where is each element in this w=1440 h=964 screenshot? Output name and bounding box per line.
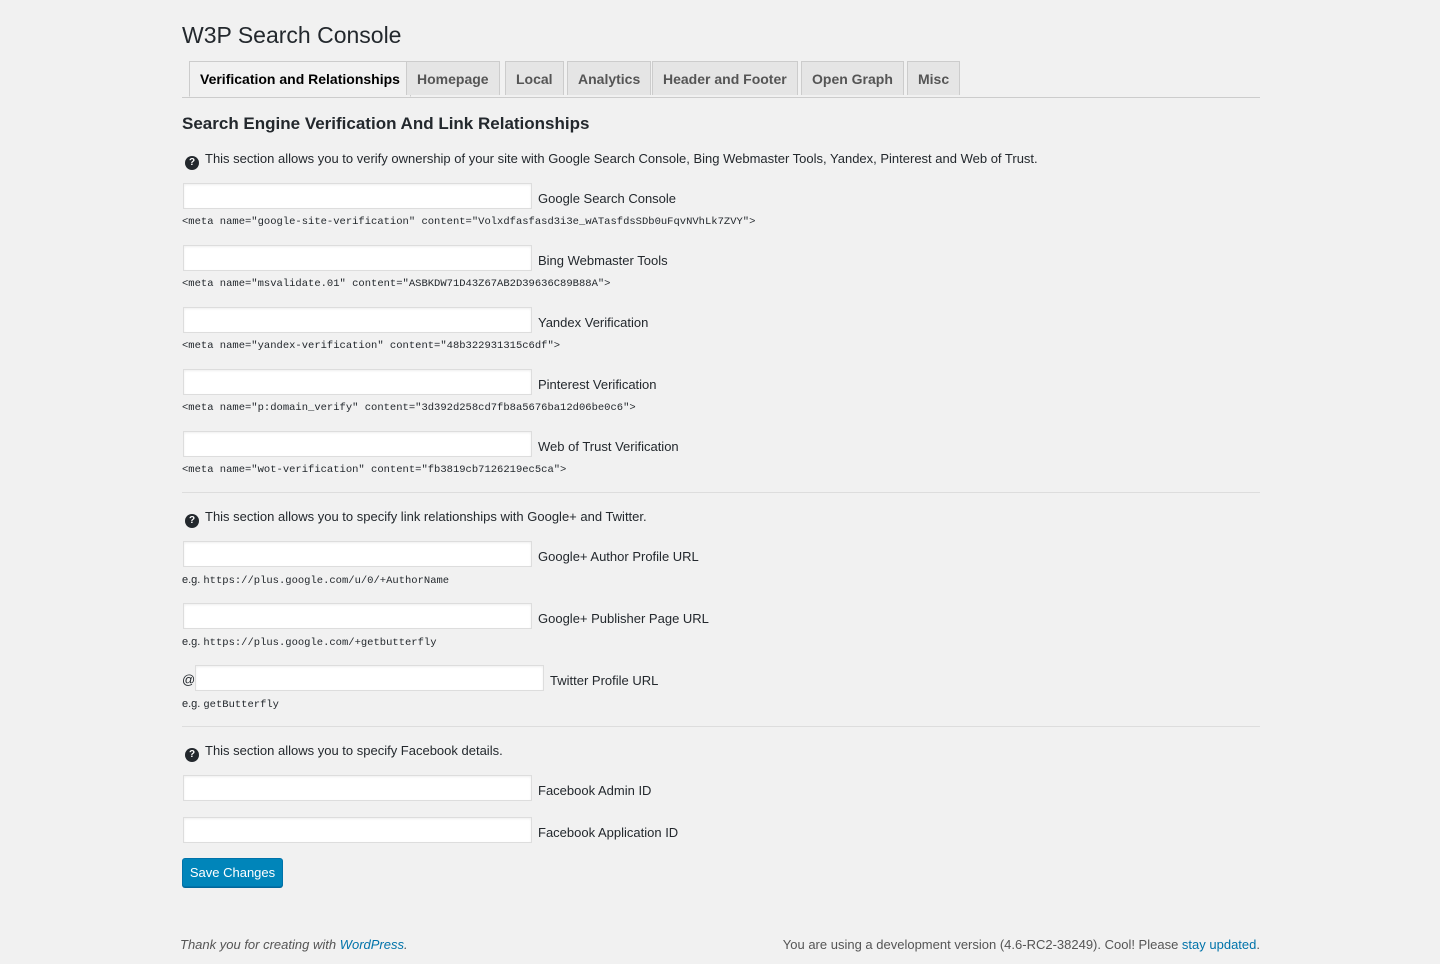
- verification-info: ? This section allows you to verify owner…: [185, 150, 1038, 170]
- facebook-application-id-input[interactable]: [183, 817, 532, 843]
- example-prefix: e.g.: [182, 698, 201, 710]
- section-title: Search Engine Verification And Link Rela…: [182, 114, 590, 133]
- example-value: getButterfly: [203, 699, 279, 711]
- facebook-info: ? This section allows you to specify Face…: [185, 742, 503, 762]
- tab-header-and-footer[interactable]: Header and Footer: [652, 61, 798, 95]
- pinterest-meta-hint: <meta name="p:domain_verify" content="3d…: [182, 402, 636, 414]
- footer-thankyou: Thank you for creating with WordPress.: [180, 937, 408, 952]
- twitter-profile-url-input[interactable]: [195, 665, 544, 691]
- nav-tabs: Verification and Relationships Homepage …: [182, 61, 1260, 98]
- web-of-trust-verification-label: Web of Trust Verification: [538, 439, 679, 454]
- google-search-console-label: Google Search Console: [538, 191, 677, 206]
- example-prefix: e.g.: [182, 574, 201, 586]
- verification-info-text: This section allows you to verify owners…: [205, 151, 1038, 166]
- google-search-console-input[interactable]: [183, 183, 532, 209]
- yandex-verification-label: Yandex Verification: [538, 315, 649, 330]
- footer-version-text: You are using a development version (4.6…: [782, 937, 1182, 952]
- example-value: https://plus.google.com/u/0/+AuthorName: [203, 575, 450, 587]
- wot-meta-hint: <meta name="wot-verification" content="f…: [182, 464, 567, 476]
- google-meta-hint: <meta name="google-site-verification" co…: [182, 216, 756, 228]
- bing-webmaster-tools-label: Bing Webmaster Tools: [538, 253, 668, 268]
- web-of-trust-verification-input[interactable]: [183, 431, 532, 457]
- footer-thankyou-text: Thank you for creating with: [180, 937, 340, 952]
- bing-meta-hint: <meta name="msvalidate.01" content="ASBK…: [182, 278, 611, 290]
- footer-thankyou-suffix: .: [404, 937, 408, 952]
- tab-misc[interactable]: Misc: [907, 61, 961, 95]
- example-value: https://plus.google.com/+getbutterfly: [203, 637, 437, 649]
- google-plus-publisher-url-input[interactable]: [183, 603, 532, 629]
- tab-analytics[interactable]: Analytics: [567, 61, 652, 95]
- facebook-admin-id-input[interactable]: [183, 775, 532, 801]
- tab-local[interactable]: Local: [505, 61, 564, 95]
- footer-version: You are using a development version (4.6…: [783, 937, 1260, 952]
- google-plus-publisher-url-label: Google+ Publisher Page URL: [538, 611, 709, 626]
- yandex-verification-input[interactable]: [183, 307, 532, 333]
- facebook-admin-id-label: Facebook Admin ID: [538, 783, 652, 798]
- help-icon: ?: [185, 156, 199, 170]
- relationships-info-text: This section allows you to specify link …: [205, 509, 647, 524]
- facebook-application-id-label: Facebook Application ID: [538, 825, 679, 840]
- tab-open-graph[interactable]: Open Graph: [801, 61, 904, 95]
- tab-homepage[interactable]: Homepage: [406, 61, 500, 95]
- twitter-profile-url-label: Twitter Profile URL: [550, 673, 659, 688]
- facebook-info-text: This section allows you to specify Faceb…: [205, 743, 503, 758]
- help-icon: ?: [185, 748, 199, 762]
- help-icon: ?: [185, 514, 199, 528]
- tab-verification-and-relationships[interactable]: Verification and Relationships: [189, 61, 411, 97]
- google-plus-author-url-input[interactable]: [183, 541, 532, 567]
- google-plus-author-example: e.g. https://plus.google.com/u/0/+AuthorN…: [182, 573, 449, 588]
- page-title: W3P Search Console: [182, 22, 402, 48]
- section-divider: [182, 726, 1260, 727]
- google-plus-author-url-label: Google+ Author Profile URL: [538, 549, 699, 564]
- pinterest-verification-input[interactable]: [183, 369, 532, 395]
- relationships-info: ? This section allows you to specify link…: [185, 508, 647, 528]
- google-plus-publisher-example: e.g. https://plus.google.com/+getbutterfl…: [182, 635, 437, 650]
- pinterest-verification-label: Pinterest Verification: [538, 377, 657, 392]
- section-divider: [182, 492, 1260, 493]
- save-changes-button[interactable]: Save Changes: [182, 858, 283, 887]
- stay-updated-link[interactable]: stay updated: [1182, 937, 1256, 952]
- yandex-meta-hint: <meta name="yandex-verification" content…: [182, 340, 561, 352]
- bing-webmaster-tools-input[interactable]: [183, 245, 532, 271]
- at-sign: @: [182, 672, 196, 687]
- wordpress-link[interactable]: WordPress: [340, 937, 404, 952]
- twitter-example: e.g. getButterfly: [182, 697, 279, 712]
- footer-version-suffix: .: [1256, 937, 1260, 952]
- example-prefix: e.g.: [182, 636, 201, 648]
